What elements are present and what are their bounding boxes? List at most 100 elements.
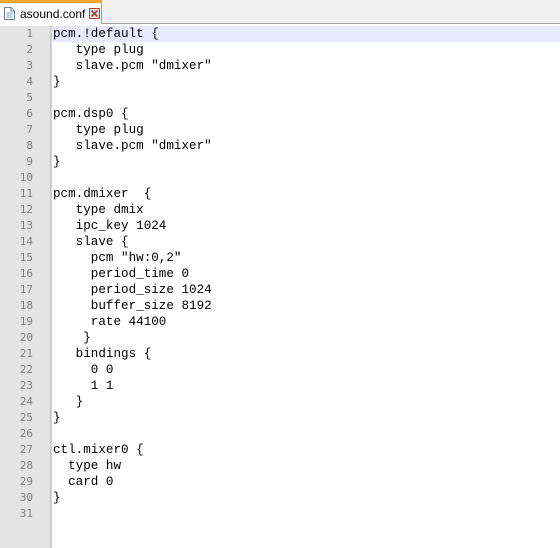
code-text[interactable] [52,90,560,106]
code-text[interactable]: bindings { [52,346,560,362]
line-number: 20 [19,331,33,344]
code-text[interactable]: ipc_key 1024 [52,218,560,234]
code-line[interactable]: 30} [0,490,560,506]
code-text[interactable] [52,506,560,522]
code-line[interactable]: 12 type dmix [0,202,560,218]
code-line[interactable]: 4} [0,74,560,90]
code-line[interactable]: 21 bindings { [0,346,560,362]
code-line[interactable]: 16 period_time 0 [0,266,560,282]
line-number: 31 [19,507,33,520]
line-number: 21 [19,347,33,360]
code-text[interactable]: period_time 0 [52,266,560,282]
code-line[interactable]: 18 buffer_size 8192 [0,298,560,314]
code-line[interactable]: 6 pcm.dsp0 { [0,106,560,122]
code-line[interactable]: 14 slave { [0,234,560,250]
editor-body[interactable]: 1 pcm.!default {2 type plug 3 slave.pcm "d… [0,26,560,548]
code-line[interactable]: 29 card 0 [0,474,560,490]
line-number: 23 [19,379,33,392]
line-number: 16 [19,267,33,280]
code-line[interactable]: 9} [0,154,560,170]
line-number: 3 [26,59,33,72]
line-number: 14 [19,235,33,248]
code-text[interactable] [52,426,560,442]
line-number: 8 [26,139,33,152]
code-line[interactable]: 1 pcm.!default { [0,26,560,42]
line-number: 11 [19,187,33,200]
code-line[interactable]: 5 [0,90,560,106]
code-text[interactable]: 1 1 [52,378,560,394]
line-number: 5 [26,91,33,104]
code-line[interactable]: 3 slave.pcm "dmixer" [0,58,560,74]
code-text[interactable]: ctl.mixer0 { [52,442,560,458]
line-number: 29 [19,475,33,488]
line-number: 9 [26,155,33,168]
line-number: 15 [19,251,33,264]
code-line[interactable]: 25} [0,410,560,426]
code-text[interactable]: type plug [52,42,560,58]
code-text[interactable]: slave.pcm "dmixer" [52,138,560,154]
line-number: 6 [26,107,33,120]
code-text[interactable]: } [52,74,560,90]
code-line[interactable]: 23 1 1 [0,378,560,394]
code-text[interactable]: type plug [52,122,560,138]
code-text[interactable] [52,170,560,186]
code-text[interactable]: rate 44100 [52,314,560,330]
code-line[interactable]: 13 ipc_key 1024 [0,218,560,234]
editor-window: asound.conf 1 pcm.!default {2 type plug 3 … [0,0,560,548]
code-line[interactable]: 2 type plug [0,42,560,58]
code-lines[interactable]: 1 pcm.!default {2 type plug 3 slave.pcm "d… [0,26,560,522]
code-text[interactable]: } [52,490,560,506]
line-number: 30 [19,491,33,504]
code-line[interactable]: 10 [0,170,560,186]
line-number: 7 [26,123,33,136]
code-text[interactable]: slave { [52,234,560,250]
code-text[interactable]: pcm.dsp0 { [52,106,560,122]
line-number: 10 [19,171,33,184]
code-text[interactable]: } [52,410,560,426]
code-text[interactable]: period_size 1024 [52,282,560,298]
code-line[interactable]: 15 pcm "hw:0,2" [0,250,560,266]
code-text[interactable]: pcm "hw:0,2" [52,250,560,266]
code-line[interactable]: 24 } [0,394,560,410]
line-number: 13 [19,219,33,232]
code-line[interactable]: 17 period_size 1024 [0,282,560,298]
code-line[interactable]: 31 [0,506,560,522]
line-number: 24 [19,395,33,408]
code-text[interactable]: buffer_size 8192 [52,298,560,314]
line-number: 2 [26,43,33,56]
line-number: 18 [19,299,33,312]
close-icon[interactable] [89,8,101,19]
code-text[interactable]: } [52,154,560,170]
line-number: 26 [19,427,33,440]
code-line[interactable]: 22 0 0 [0,362,560,378]
line-number: 22 [19,363,33,376]
line-number: 27 [19,443,33,456]
tab-label: asound.conf [20,6,86,21]
code-text[interactable]: pcm.!default { [52,26,560,42]
code-text[interactable]: pcm.dmixer { [52,186,560,202]
line-number: 4 [26,75,33,88]
file-icon [4,7,15,20]
line-number: 28 [19,459,33,472]
code-line[interactable]: 19 rate 44100 [0,314,560,330]
code-text[interactable]: type dmix [52,202,560,218]
line-number: 17 [19,283,33,296]
code-text[interactable]: } [52,394,560,410]
code-text[interactable]: slave.pcm "dmixer" [52,58,560,74]
code-line[interactable]: 7 type plug [0,122,560,138]
code-line[interactable]: 20 } [0,330,560,346]
tab-bar: asound.conf [0,0,560,24]
tab-asound-conf[interactable]: asound.conf [0,0,102,24]
code-text[interactable]: } [52,330,560,346]
line-number: 25 [19,411,33,424]
code-line[interactable]: 27 ctl.mixer0 { [0,442,560,458]
code-text[interactable]: 0 0 [52,362,560,378]
code-line[interactable]: 28 type hw [0,458,560,474]
code-text[interactable]: type hw [52,458,560,474]
code-line[interactable]: 26 [0,426,560,442]
code-line[interactable]: 8 slave.pcm "dmixer" [0,138,560,154]
line-number: 1 [0,26,33,42]
code-line[interactable]: 11 pcm.dmixer { [0,186,560,202]
code-text[interactable]: card 0 [52,474,560,490]
line-number: 12 [19,203,33,216]
